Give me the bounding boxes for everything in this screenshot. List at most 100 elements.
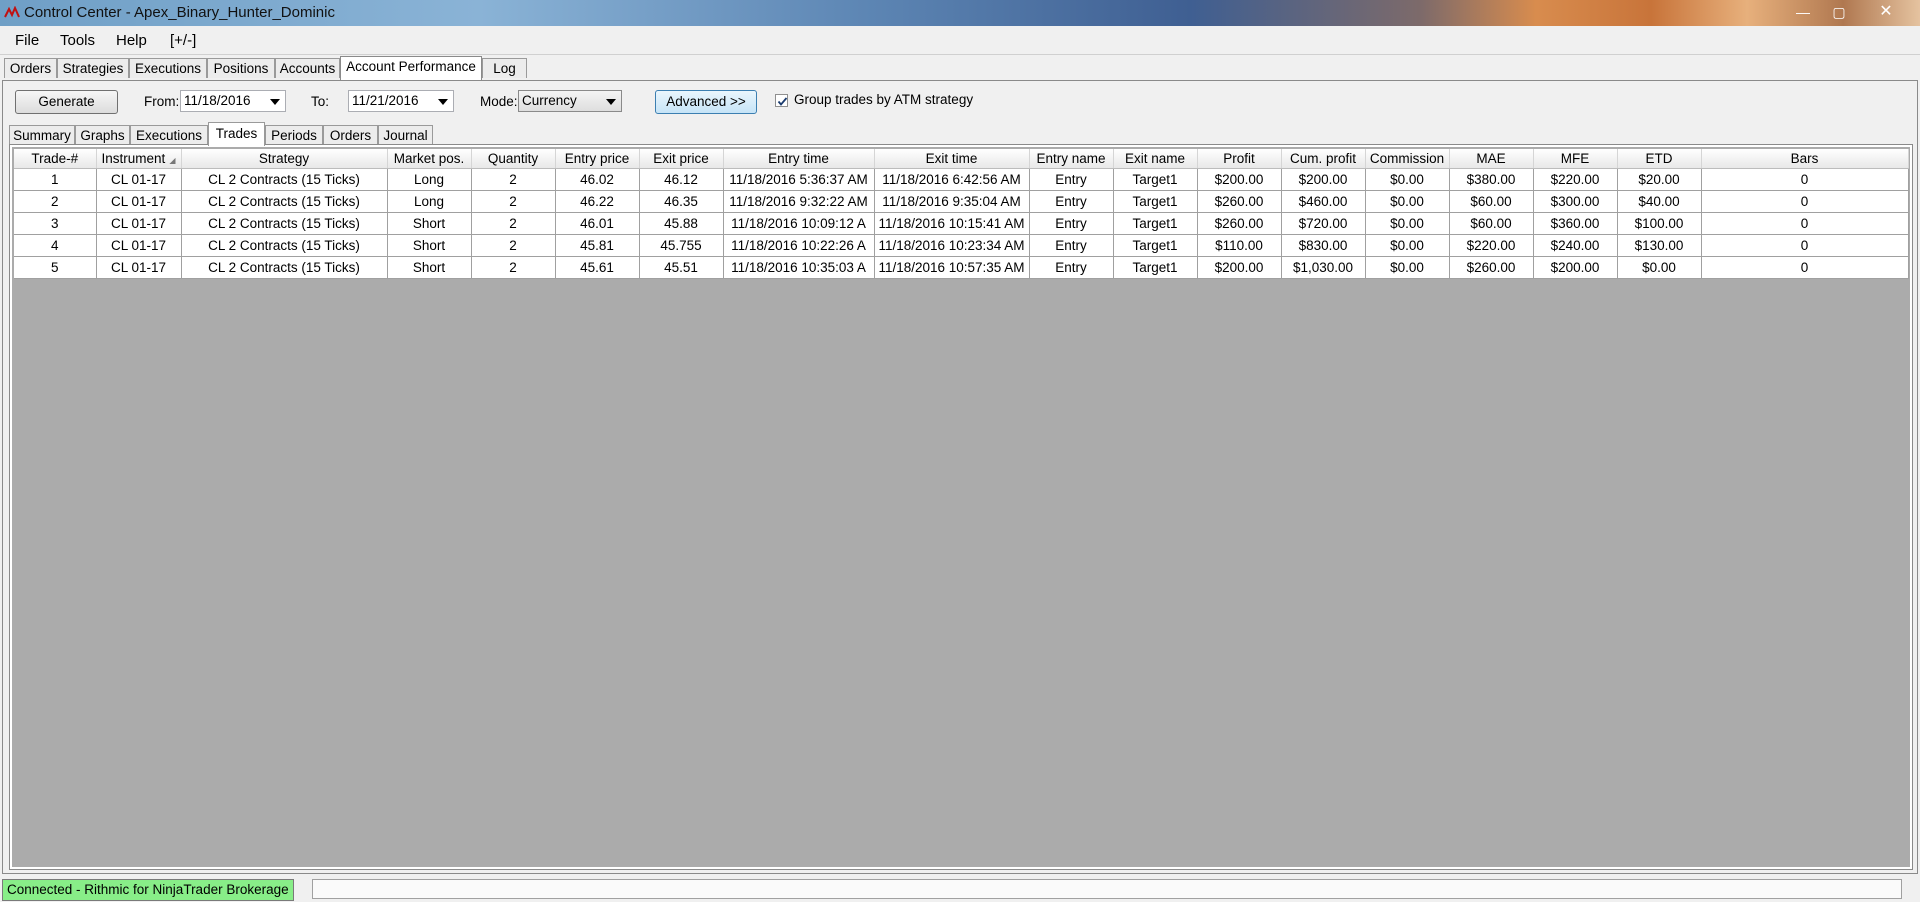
column-header-instrument[interactable]: Instrument ◢ xyxy=(96,149,182,169)
maximize-icon: ▢ xyxy=(1832,4,1846,20)
column-header-market-pos[interactable]: Market pos. xyxy=(387,149,472,169)
subtab-executions[interactable]: Executions xyxy=(130,125,208,145)
column-header-entry-price[interactable]: Entry price xyxy=(555,149,640,169)
cell-bars: 0 xyxy=(1701,234,1909,257)
column-header-mae[interactable]: MAE xyxy=(1449,149,1534,169)
cell-entry-price: 45.81 xyxy=(555,234,640,257)
cell-profit: $110.00 xyxy=(1197,234,1282,257)
menu-file[interactable]: File xyxy=(15,32,39,49)
cell-entry-time: 11/18/2016 10:22:26 A xyxy=(723,234,875,257)
column-header-entry-name[interactable]: Entry name xyxy=(1029,149,1114,169)
cell-quantity: 2 xyxy=(471,234,556,257)
column-header-etd[interactable]: ETD xyxy=(1617,149,1702,169)
column-header-quantity[interactable]: Quantity xyxy=(471,149,556,169)
tab-account-performance[interactable]: Account Performance xyxy=(340,56,482,80)
cell-mae: $60.00 xyxy=(1449,212,1534,235)
cell-etd: $0.00 xyxy=(1617,256,1702,279)
cell-exit-time: 11/18/2016 10:23:34 AM xyxy=(874,234,1030,257)
minimize-button[interactable]: — xyxy=(1790,2,1816,22)
column-header-trade-number[interactable]: Trade-# xyxy=(14,149,97,169)
column-header-commission[interactable]: Commission xyxy=(1365,149,1450,169)
cell-exit-price: 45.755 xyxy=(639,234,724,257)
tab-strategies[interactable]: Strategies xyxy=(57,58,129,78)
dropdown-arrow-icon xyxy=(606,99,616,105)
cell-instrument: CL 01-17 xyxy=(96,168,182,191)
to-date-picker[interactable]: 11/21/2016 xyxy=(348,90,454,112)
main-tab-strip: Orders Strategies Executions Positions A… xyxy=(0,56,1920,80)
minimize-icon: — xyxy=(1796,4,1810,20)
subtab-graphs[interactable]: Graphs xyxy=(75,125,130,145)
tab-orders[interactable]: Orders xyxy=(4,58,57,78)
from-date-picker[interactable]: 11/18/2016 xyxy=(180,90,286,112)
cell-trade-number: 2 xyxy=(14,190,97,213)
cell-mae: $380.00 xyxy=(1449,168,1534,191)
cell-strategy: CL 2 Contracts (15 Ticks) xyxy=(181,212,388,235)
column-header-bars[interactable]: Bars xyxy=(1701,149,1909,169)
mode-value: Currency xyxy=(522,93,577,108)
menu-help[interactable]: Help xyxy=(116,32,147,49)
cell-commission: $0.00 xyxy=(1365,256,1450,279)
menu-toggle[interactable]: [+/-] xyxy=(170,32,196,49)
column-header-instrument-label: Instrument xyxy=(101,151,166,166)
cell-bars: 0 xyxy=(1701,256,1909,279)
cell-entry-name: Entry xyxy=(1029,212,1114,235)
cell-quantity: 2 xyxy=(471,190,556,213)
subtab-orders[interactable]: Orders xyxy=(323,125,378,145)
cell-market-pos: Long xyxy=(387,168,472,191)
column-header-mfe[interactable]: MFE xyxy=(1533,149,1618,169)
group-trades-label: Group trades by ATM strategy xyxy=(794,92,974,107)
column-header-exit-name[interactable]: Exit name xyxy=(1113,149,1198,169)
table-row[interactable]: 3 CL 01-17 CL 2 Contracts (15 Ticks) Sho… xyxy=(14,212,1909,235)
column-header-cum-profit[interactable]: Cum. profit xyxy=(1281,149,1366,169)
table-row[interactable]: 5 CL 01-17 CL 2 Contracts (15 Ticks) Sho… xyxy=(14,256,1909,279)
connection-status: Connected - Rithmic for NinjaTrader Brok… xyxy=(2,879,294,901)
cell-etd: $40.00 xyxy=(1617,190,1702,213)
trades-grid[interactable]: Trade-# Instrument ◢ Strategy Market pos.… xyxy=(9,144,1913,870)
cell-entry-time: 11/18/2016 9:32:22 AM xyxy=(723,190,875,213)
table-row[interactable]: 2 CL 01-17 CL 2 Contracts (15 Ticks) Lon… xyxy=(14,190,1909,213)
cell-exit-time: 11/18/2016 10:57:35 AM xyxy=(874,256,1030,279)
column-header-strategy[interactable]: Strategy xyxy=(181,149,388,169)
status-bar: Connected - Rithmic for NinjaTrader Brok… xyxy=(0,876,1920,902)
column-header-entry-time[interactable]: Entry time xyxy=(723,149,875,169)
cell-strategy: CL 2 Contracts (15 Ticks) xyxy=(181,190,388,213)
cell-entry-price: 46.01 xyxy=(555,212,640,235)
column-header-profit[interactable]: Profit xyxy=(1197,149,1282,169)
cell-commission: $0.00 xyxy=(1365,212,1450,235)
menu-tools[interactable]: Tools xyxy=(60,32,95,49)
cell-mfe: $200.00 xyxy=(1533,256,1618,279)
advanced-button[interactable]: Advanced >> xyxy=(655,90,757,114)
tab-executions[interactable]: Executions xyxy=(129,58,207,78)
subtab-trades[interactable]: Trades xyxy=(208,122,265,146)
menu-bar: File Tools Help [+/-] xyxy=(0,26,1920,55)
column-header-exit-price[interactable]: Exit price xyxy=(639,149,724,169)
maximize-button[interactable]: ▢ xyxy=(1826,2,1852,22)
table-row[interactable]: 4 CL 01-17 CL 2 Contracts (15 Ticks) Sho… xyxy=(14,234,1909,257)
group-trades-checkbox[interactable] xyxy=(775,94,788,107)
column-header-exit-time[interactable]: Exit time xyxy=(874,149,1030,169)
cell-exit-price: 45.51 xyxy=(639,256,724,279)
tab-accounts[interactable]: Accounts xyxy=(275,58,340,78)
generate-button[interactable]: Generate xyxy=(15,90,118,114)
to-label: To: xyxy=(311,94,330,109)
cell-entry-name: Entry xyxy=(1029,190,1114,213)
title-bar[interactable]: Control Center - Apex_Binary_Hunter_Domi… xyxy=(0,0,1920,26)
cell-entry-price: 46.22 xyxy=(555,190,640,213)
cell-profit: $200.00 xyxy=(1197,168,1282,191)
from-label: From: xyxy=(144,94,180,109)
mode-select[interactable]: Currency xyxy=(518,90,622,112)
cell-exit-price: 45.88 xyxy=(639,212,724,235)
subtab-summary[interactable]: Summary xyxy=(9,125,75,145)
dropdown-arrow-icon xyxy=(270,99,280,105)
subtab-periods[interactable]: Periods xyxy=(265,125,323,145)
cell-strategy: CL 2 Contracts (15 Ticks) xyxy=(181,256,388,279)
tab-log[interactable]: Log xyxy=(482,58,527,78)
close-button[interactable]: ✕ xyxy=(1868,2,1904,22)
cell-entry-time: 11/18/2016 10:35:03 A xyxy=(723,256,875,279)
tab-positions[interactable]: Positions xyxy=(207,58,275,78)
cell-strategy: CL 2 Contracts (15 Ticks) xyxy=(181,168,388,191)
close-icon: ✕ xyxy=(1879,3,1893,20)
table-row[interactable]: 1 CL 01-17 CL 2 Contracts (15 Ticks) Lon… xyxy=(14,168,1909,191)
subtab-journal[interactable]: Journal xyxy=(378,125,433,145)
cell-bars: 0 xyxy=(1701,212,1909,235)
